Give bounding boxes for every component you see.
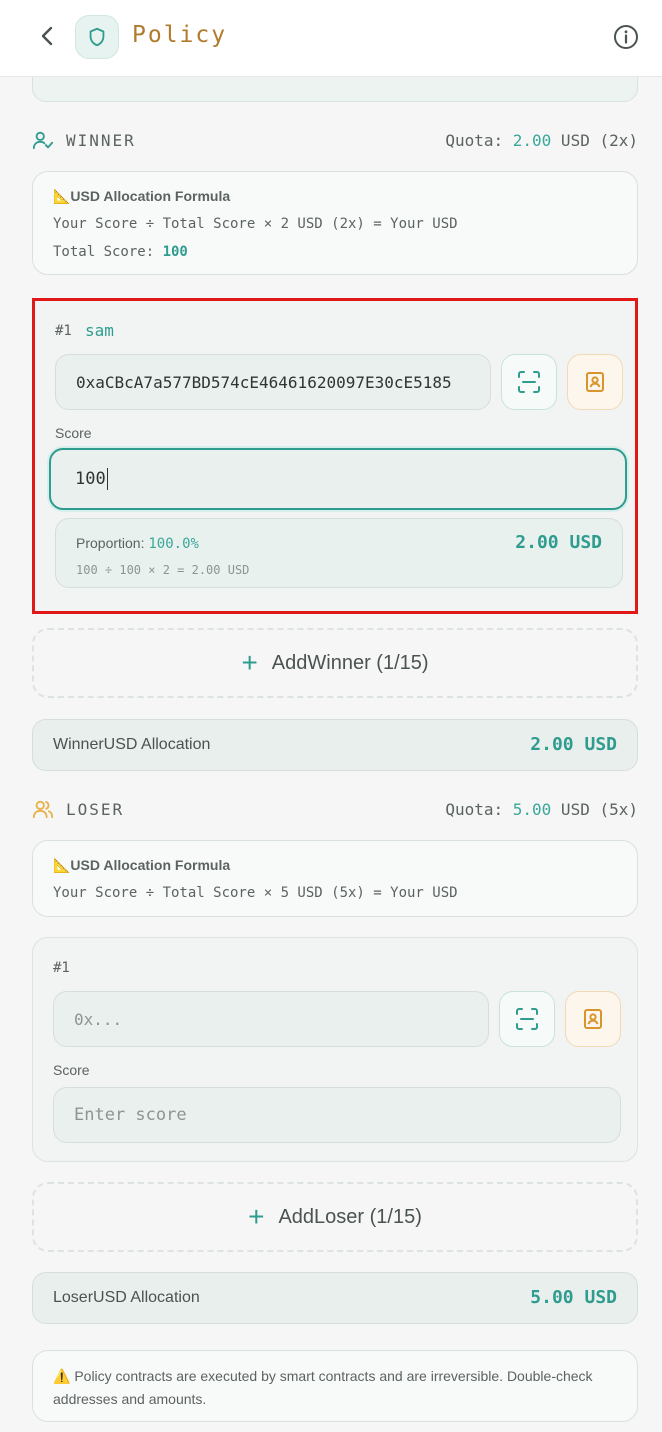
loser-formula-card: 📐USD Allocation Formula Your Score ÷ Tot… — [32, 840, 638, 917]
scan-qr-button[interactable] — [501, 354, 557, 410]
score-input[interactable]: Enter score — [53, 1087, 621, 1143]
add-winner-button[interactable]: + AddWinner (1/15) — [32, 628, 638, 698]
proportion-card: Proportion: 100.0% 2.00 USD 100 ÷ 100 × … — [55, 518, 623, 588]
warning-notice: ⚠️ Policy contracts are executed by smar… — [32, 1350, 638, 1422]
total-score-line: Total Score: 100 — [53, 244, 188, 260]
loser-section-label: LOSER — [66, 799, 125, 819]
scan-icon — [518, 371, 540, 393]
entry-amount: 2.00 USD — [515, 532, 602, 553]
address-book-button[interactable] — [567, 354, 623, 410]
proportion-label: Proportion: 100.0% — [76, 535, 199, 552]
winner-section-label: WINNER — [66, 130, 136, 150]
winner-quota: Quota: 2.00 USD (2x) — [445, 130, 638, 150]
entry-name: sam — [85, 321, 114, 340]
plus-icon: + — [248, 1201, 265, 1232]
entry-equation: 100 ÷ 100 × 2 = 2.00 USD — [76, 563, 250, 577]
allocation-label: LoserUSD Allocation — [53, 1289, 200, 1306]
winner-allocation-summary: WinnerUSD Allocation 2.00 USD — [32, 719, 638, 771]
loser-entry-1: #1 0x... Score Enter score — [32, 937, 638, 1162]
allocation-value: 5.00 USD — [530, 1287, 617, 1308]
address-book-icon — [586, 372, 604, 392]
shield-icon — [89, 27, 105, 47]
info-icon — [614, 25, 638, 49]
plus-icon: + — [241, 647, 258, 678]
text-caret — [106, 468, 108, 490]
entry-index: #1 — [53, 960, 70, 976]
formula-title: 📐USD Allocation Formula — [53, 857, 231, 873]
address-book-icon — [584, 1009, 602, 1029]
entry-index: #1 — [55, 323, 72, 339]
allocation-value: 2.00 USD — [530, 734, 617, 755]
user-check-icon — [32, 131, 54, 150]
winner-entry-1: #1 sam 0xaCBcA7a577BD574cE46461620097E30… — [32, 298, 638, 614]
winner-formula-card: 📐USD Allocation Formula Your Score ÷ Tot… — [32, 171, 638, 275]
page-title: Policy — [132, 22, 228, 48]
info-button[interactable] — [612, 23, 640, 51]
loser-quota: Quota: 5.00 USD (5x) — [445, 799, 638, 819]
scan-icon — [516, 1008, 538, 1030]
app-logo — [75, 15, 119, 59]
address-input[interactable]: 0x... — [53, 991, 489, 1047]
formula-line: Your Score ÷ Total Score × 5 USD (5x) = … — [53, 885, 458, 901]
formula-title: 📐USD Allocation Formula — [53, 188, 231, 204]
score-input[interactable]: 100 — [49, 448, 627, 510]
allocation-label: WinnerUSD Allocation — [53, 736, 211, 753]
formula-line: Your Score ÷ Total Score × 2 USD (2x) = … — [53, 216, 458, 232]
back-button[interactable] — [34, 22, 62, 50]
score-label: Score — [53, 1062, 90, 1078]
winner-section-header: WINNER Quota: 2.00 USD (2x) — [32, 127, 638, 153]
loser-allocation-summary: LoserUSD Allocation 5.00 USD — [32, 1272, 638, 1324]
loser-section-header: LOSER Quota: 5.00 USD (5x) — [32, 796, 638, 822]
app-header: Policy — [0, 0, 662, 77]
users-icon — [32, 800, 54, 819]
scan-qr-button[interactable] — [499, 991, 555, 1047]
address-book-button[interactable] — [565, 991, 621, 1047]
score-label: Score — [55, 425, 92, 441]
chevron-left-icon — [41, 26, 53, 46]
address-input[interactable]: 0xaCBcA7a577BD574cE46461620097E30cE5185 — [55, 354, 491, 410]
add-loser-button[interactable]: + AddLoser (1/15) — [32, 1182, 638, 1252]
